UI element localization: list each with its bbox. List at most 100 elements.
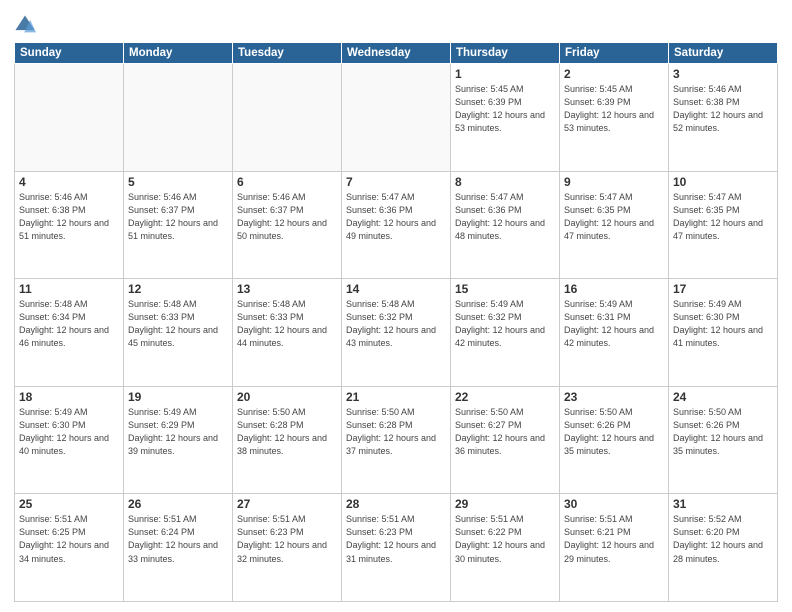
day-info: Sunrise: 5:49 AMSunset: 6:31 PMDaylight:… bbox=[564, 298, 664, 350]
calendar-cell: 29 Sunrise: 5:51 AMSunset: 6:22 PMDayligh… bbox=[451, 494, 560, 602]
calendar-cell: 8 Sunrise: 5:47 AMSunset: 6:36 PMDaylight… bbox=[451, 171, 560, 279]
calendar-cell: 12 Sunrise: 5:48 AMSunset: 6:33 PMDayligh… bbox=[124, 279, 233, 387]
day-number: 22 bbox=[455, 390, 555, 404]
day-number: 27 bbox=[237, 497, 337, 511]
calendar-cell: 1 Sunrise: 5:45 AMSunset: 6:39 PMDaylight… bbox=[451, 64, 560, 172]
calendar-cell: 28 Sunrise: 5:51 AMSunset: 6:23 PMDayligh… bbox=[342, 494, 451, 602]
calendar-cell: 26 Sunrise: 5:51 AMSunset: 6:24 PMDayligh… bbox=[124, 494, 233, 602]
calendar-cell: 4Sunrise: 5:46 AMSunset: 6:38 PMDaylight… bbox=[15, 171, 124, 279]
calendar-week-3: 11 Sunrise: 5:48 AMSunset: 6:34 PMDayligh… bbox=[15, 279, 778, 387]
day-info: Sunrise: 5:49 AMSunset: 6:30 PMDaylight:… bbox=[19, 406, 119, 458]
day-info: Sunrise: 5:52 AMSunset: 6:20 PMDaylight:… bbox=[673, 513, 773, 565]
calendar-header-row: SundayMondayTuesdayWednesdayThursdayFrid… bbox=[15, 43, 778, 64]
day-info: Sunrise: 5:48 AMSunset: 6:33 PMDaylight:… bbox=[237, 298, 337, 350]
calendar-cell bbox=[342, 64, 451, 172]
logo bbox=[14, 14, 40, 36]
calendar-header-saturday: Saturday bbox=[669, 43, 778, 64]
calendar-cell: 19 Sunrise: 5:49 AMSunset: 6:29 PMDayligh… bbox=[124, 386, 233, 494]
day-number: 5 bbox=[128, 175, 228, 189]
calendar: SundayMondayTuesdayWednesdayThursdayFrid… bbox=[14, 42, 778, 602]
day-info: Sunrise: 5:49 AMSunset: 6:30 PMDaylight:… bbox=[673, 298, 773, 350]
day-number: 16 bbox=[564, 282, 664, 296]
day-number: 17 bbox=[673, 282, 773, 296]
calendar-cell: 31 Sunrise: 5:52 AMSunset: 6:20 PMDayligh… bbox=[669, 494, 778, 602]
day-info: Sunrise: 5:49 AMSunset: 6:29 PMDaylight:… bbox=[128, 406, 228, 458]
day-info: Sunrise: 5:46 AMSunset: 6:37 PMDaylight:… bbox=[237, 191, 337, 243]
day-number: 2 bbox=[564, 67, 664, 81]
day-number: 29 bbox=[455, 497, 555, 511]
day-info: Sunrise: 5:46 AMSunset: 6:37 PMDaylight:… bbox=[128, 191, 228, 243]
day-number: 6 bbox=[237, 175, 337, 189]
calendar-cell: 15 Sunrise: 5:49 AMSunset: 6:32 PMDayligh… bbox=[451, 279, 560, 387]
day-number: 20 bbox=[237, 390, 337, 404]
day-info: Sunrise: 5:48 AMSunset: 6:32 PMDaylight:… bbox=[346, 298, 446, 350]
day-info: Sunrise: 5:51 AMSunset: 6:21 PMDaylight:… bbox=[564, 513, 664, 565]
day-info: Sunrise: 5:50 AMSunset: 6:26 PMDaylight:… bbox=[673, 406, 773, 458]
day-number: 18 bbox=[19, 390, 119, 404]
day-number: 12 bbox=[128, 282, 228, 296]
calendar-cell: 24 Sunrise: 5:50 AMSunset: 6:26 PMDayligh… bbox=[669, 386, 778, 494]
day-number: 4 bbox=[19, 175, 119, 189]
day-info: Sunrise: 5:47 AMSunset: 6:36 PMDaylight:… bbox=[455, 191, 555, 243]
calendar-week-5: 25 Sunrise: 5:51 AMSunset: 6:25 PMDayligh… bbox=[15, 494, 778, 602]
day-number: 1 bbox=[455, 67, 555, 81]
day-info: Sunrise: 5:50 AMSunset: 6:27 PMDaylight:… bbox=[455, 406, 555, 458]
day-number: 7 bbox=[346, 175, 446, 189]
day-info: Sunrise: 5:48 AMSunset: 6:33 PMDaylight:… bbox=[128, 298, 228, 350]
calendar-cell bbox=[124, 64, 233, 172]
day-number: 28 bbox=[346, 497, 446, 511]
calendar-cell: 2 Sunrise: 5:45 AMSunset: 6:39 PMDaylight… bbox=[560, 64, 669, 172]
day-number: 24 bbox=[673, 390, 773, 404]
day-info: Sunrise: 5:51 AMSunset: 6:25 PMDaylight:… bbox=[19, 513, 119, 565]
day-info: Sunrise: 5:47 AMSunset: 6:35 PMDaylight:… bbox=[673, 191, 773, 243]
day-info: Sunrise: 5:48 AMSunset: 6:34 PMDaylight:… bbox=[19, 298, 119, 350]
calendar-cell: 3 Sunrise: 5:46 AMSunset: 6:38 PMDaylight… bbox=[669, 64, 778, 172]
calendar-cell: 25 Sunrise: 5:51 AMSunset: 6:25 PMDayligh… bbox=[15, 494, 124, 602]
day-info: Sunrise: 5:51 AMSunset: 6:22 PMDaylight:… bbox=[455, 513, 555, 565]
day-number: 3 bbox=[673, 67, 773, 81]
calendar-cell bbox=[233, 64, 342, 172]
day-info: Sunrise: 5:49 AMSunset: 6:32 PMDaylight:… bbox=[455, 298, 555, 350]
calendar-header-friday: Friday bbox=[560, 43, 669, 64]
calendar-week-4: 18 Sunrise: 5:49 AMSunset: 6:30 PMDayligh… bbox=[15, 386, 778, 494]
calendar-cell bbox=[15, 64, 124, 172]
day-number: 10 bbox=[673, 175, 773, 189]
calendar-cell: 6 Sunrise: 5:46 AMSunset: 6:37 PMDaylight… bbox=[233, 171, 342, 279]
day-number: 13 bbox=[237, 282, 337, 296]
day-info: Sunrise: 5:51 AMSunset: 6:23 PMDaylight:… bbox=[346, 513, 446, 565]
page: SundayMondayTuesdayWednesdayThursdayFrid… bbox=[0, 0, 792, 612]
day-info: Sunrise: 5:45 AMSunset: 6:39 PMDaylight:… bbox=[564, 83, 664, 135]
day-number: 21 bbox=[346, 390, 446, 404]
day-number: 11 bbox=[19, 282, 119, 296]
calendar-cell: 30Sunrise: 5:51 AMSunset: 6:21 PMDayligh… bbox=[560, 494, 669, 602]
calendar-week-1: 1 Sunrise: 5:45 AMSunset: 6:39 PMDaylight… bbox=[15, 64, 778, 172]
calendar-cell: 10 Sunrise: 5:47 AMSunset: 6:35 PMDayligh… bbox=[669, 171, 778, 279]
calendar-cell: 13 Sunrise: 5:48 AMSunset: 6:33 PMDayligh… bbox=[233, 279, 342, 387]
day-info: Sunrise: 5:46 AMSunset: 6:38 PMDaylight:… bbox=[673, 83, 773, 135]
day-number: 31 bbox=[673, 497, 773, 511]
day-info: Sunrise: 5:50 AMSunset: 6:28 PMDaylight:… bbox=[346, 406, 446, 458]
day-info: Sunrise: 5:50 AMSunset: 6:26 PMDaylight:… bbox=[564, 406, 664, 458]
logo-icon bbox=[14, 14, 36, 36]
day-number: 26 bbox=[128, 497, 228, 511]
day-number: 9 bbox=[564, 175, 664, 189]
calendar-cell: 11 Sunrise: 5:48 AMSunset: 6:34 PMDayligh… bbox=[15, 279, 124, 387]
day-number: 19 bbox=[128, 390, 228, 404]
calendar-cell: 22 Sunrise: 5:50 AMSunset: 6:27 PMDayligh… bbox=[451, 386, 560, 494]
calendar-header-monday: Monday bbox=[124, 43, 233, 64]
header bbox=[14, 10, 778, 36]
calendar-cell: 27Sunrise: 5:51 AMSunset: 6:23 PMDayligh… bbox=[233, 494, 342, 602]
day-number: 25 bbox=[19, 497, 119, 511]
day-number: 14 bbox=[346, 282, 446, 296]
calendar-header-thursday: Thursday bbox=[451, 43, 560, 64]
calendar-week-2: 4Sunrise: 5:46 AMSunset: 6:38 PMDaylight… bbox=[15, 171, 778, 279]
calendar-header-sunday: Sunday bbox=[15, 43, 124, 64]
day-info: Sunrise: 5:51 AMSunset: 6:24 PMDaylight:… bbox=[128, 513, 228, 565]
day-number: 8 bbox=[455, 175, 555, 189]
day-info: Sunrise: 5:45 AMSunset: 6:39 PMDaylight:… bbox=[455, 83, 555, 135]
day-info: Sunrise: 5:47 AMSunset: 6:35 PMDaylight:… bbox=[564, 191, 664, 243]
calendar-cell: 18 Sunrise: 5:49 AMSunset: 6:30 PMDayligh… bbox=[15, 386, 124, 494]
calendar-cell: 9 Sunrise: 5:47 AMSunset: 6:35 PMDaylight… bbox=[560, 171, 669, 279]
calendar-header-wednesday: Wednesday bbox=[342, 43, 451, 64]
day-number: 15 bbox=[455, 282, 555, 296]
